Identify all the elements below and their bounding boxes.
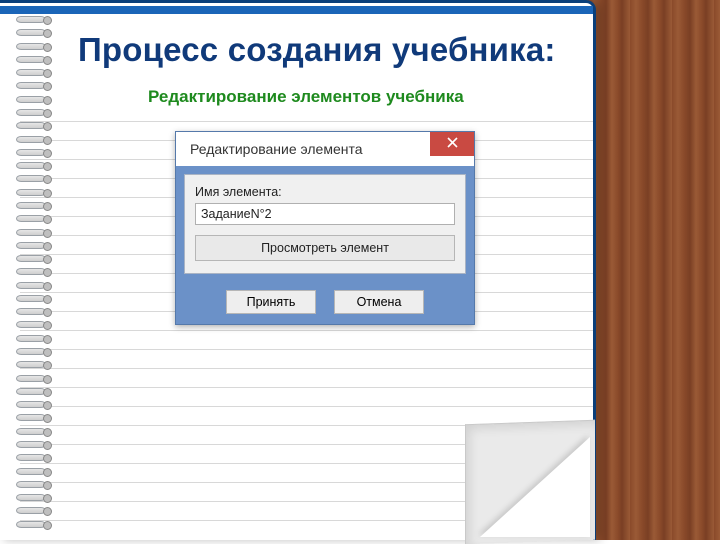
element-name-label: Имя элемента: <box>195 185 455 199</box>
page-fold <box>480 437 590 537</box>
close-button[interactable] <box>430 132 474 156</box>
edit-element-dialog: Редактирование элемента Имя элемента: Пр… <box>175 131 475 325</box>
slide-title: Процесс создания учебника: <box>78 31 573 69</box>
slide-subtitle: Редактирование элементов учебника <box>148 87 464 107</box>
notebook-page: Процесс создания учебника: Редактировани… <box>0 0 596 540</box>
element-name-input[interactable] <box>195 203 455 225</box>
dialog-title: Редактирование элемента <box>190 141 363 157</box>
spiral-binding <box>12 9 56 534</box>
dialog-body: Имя элемента: Просмотреть элемент <box>184 174 466 274</box>
cancel-button[interactable]: Отмена <box>334 290 424 314</box>
accept-button[interactable]: Принять <box>226 290 316 314</box>
view-element-button[interactable]: Просмотреть элемент <box>195 235 455 261</box>
page-top-accent <box>0 6 593 14</box>
dialog-titlebar[interactable]: Редактирование элемента <box>176 132 474 166</box>
close-icon <box>447 135 458 153</box>
dialog-footer: Принять Отмена <box>176 282 474 324</box>
